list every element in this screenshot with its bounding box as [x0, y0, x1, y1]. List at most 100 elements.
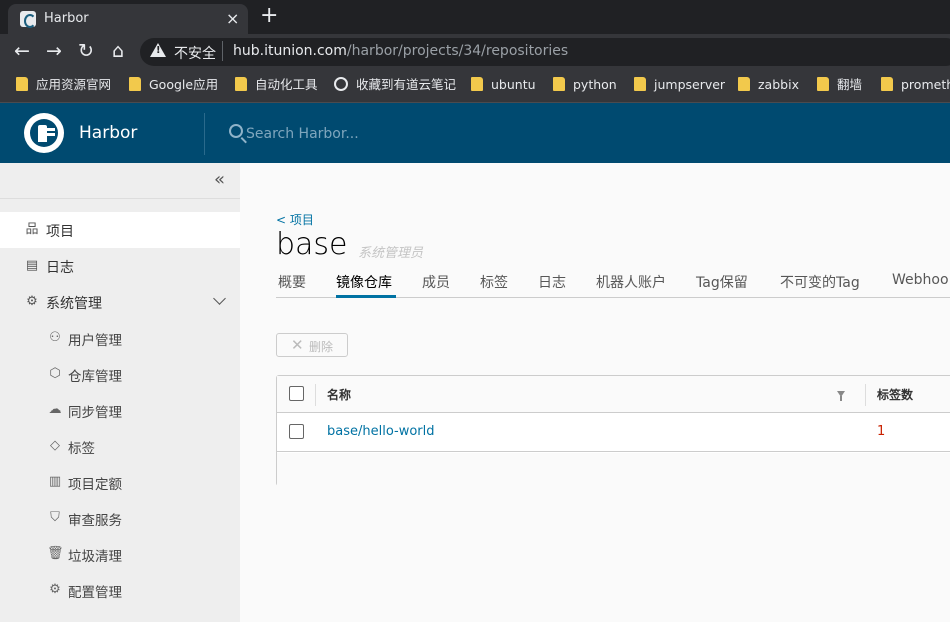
gear-icon: ⚙: [49, 582, 61, 597]
collapse-sidebar-icon[interactable]: «: [214, 171, 225, 189]
folder-icon: [881, 77, 893, 91]
breadcrumb[interactable]: < 项目: [276, 211, 314, 228]
column-divider: [315, 384, 316, 406]
sidebar-item-quotas[interactable]: ▥ 项目定额: [0, 464, 240, 500]
sidebar-item-label: 垃圾清理: [68, 549, 122, 565]
tab-immutable-tags[interactable]: 不可变的Tag: [780, 272, 860, 292]
folder-icon: [817, 77, 829, 91]
sidebar-item-config[interactable]: ⚙ 配置管理: [0, 572, 240, 608]
url-path: /harbor/projects/34/repositories: [346, 43, 569, 59]
sidebar-item-interrogation[interactable]: ⛉ 审查服务: [0, 500, 240, 536]
forward-button[interactable]: →: [43, 40, 65, 62]
sidebar-item-gc[interactable]: 🗑 垃圾清理: [0, 536, 240, 572]
sidebar-item-label: 用户管理: [68, 333, 122, 349]
tab-title: Harbor: [44, 11, 89, 26]
tag-icon: ◇: [50, 438, 60, 453]
header-divider: [204, 113, 205, 155]
chevron-down-icon[interactable]: [213, 292, 226, 305]
new-tab-button[interactable]: +: [260, 4, 278, 28]
tab-webhooks[interactable]: Webhoo: [892, 272, 949, 288]
close-tab-icon[interactable]: ×: [226, 9, 239, 28]
trash-icon: 🗑: [47, 546, 64, 561]
harbor-logo-icon[interactable]: [24, 113, 64, 153]
app-header: Harbor: [0, 103, 950, 163]
bookmark-item[interactable]: 收藏到有道云笔记: [334, 77, 456, 93]
column-tag-count[interactable]: 标签数: [877, 386, 913, 403]
sidebar-item-label: 项目定额: [68, 477, 122, 493]
repository-link[interactable]: base/hello-world: [327, 424, 435, 439]
sidebar-item-replications[interactable]: ☁ 同步管理: [0, 392, 240, 428]
folder-icon: [235, 77, 247, 91]
bookmark-item[interactable]: jumpserver: [634, 77, 725, 93]
logs-icon: ▤: [25, 258, 39, 273]
bookmark-label: 自动化工具: [255, 77, 318, 92]
sidebar-item-users[interactable]: ⚇ 用户管理: [0, 320, 240, 356]
sidebar-item-label: 系统管理: [46, 296, 102, 312]
globe-icon: [334, 77, 348, 91]
reload-button[interactable]: ↻: [75, 40, 97, 62]
row-checkbox[interactable]: [289, 424, 304, 439]
bookmark-item[interactable]: 翻墙: [817, 77, 862, 93]
url-text[interactable]: hub.itunion.com/harbor/projects/34/repos…: [233, 43, 568, 59]
bookmark-label: Google应用: [149, 77, 219, 92]
tab-labels[interactable]: 标签: [480, 272, 508, 292]
address-bar[interactable]: 不安全 hub.itunion.com/harbor/projects/34/r…: [140, 38, 950, 66]
sidebar-item-label: 同步管理: [68, 405, 122, 421]
admin-icon: ⚙: [26, 294, 38, 309]
browser-tab-strip: Harbor × +: [0, 0, 950, 34]
sidebar-item-label: 配置管理: [68, 585, 122, 601]
table-header: 名称 标签数: [277, 376, 950, 413]
folder-icon: [471, 77, 483, 91]
bookmark-item[interactable]: 自动化工具: [235, 77, 318, 93]
insecure-label[interactable]: 不安全: [174, 43, 216, 63]
sidebar-item-label: 日志: [46, 260, 74, 276]
folder-icon: [634, 77, 646, 91]
browser-tab[interactable]: Harbor ×: [8, 4, 248, 34]
sidebar-item-registries[interactable]: ⬡ 仓库管理: [0, 356, 240, 392]
delete-button[interactable]: ✕ 删除: [276, 333, 348, 357]
projects-icon: 品: [25, 222, 39, 237]
tab-members[interactable]: 成员: [422, 272, 450, 292]
sidebar-item-labels[interactable]: ◇ 标签: [0, 428, 240, 464]
browser-toolbar: ← → ↻ ⌂ 不安全 hub.itunion.com/harbor/proje…: [0, 34, 950, 70]
main-content: < 项目 base 系统管理员 概要 镜像仓库 成员 标签 日志 机器人账户 T…: [240, 163, 950, 622]
column-name[interactable]: 名称: [327, 386, 351, 403]
tab-robot-accounts[interactable]: 机器人账户: [596, 272, 666, 292]
select-all-checkbox[interactable]: [289, 386, 304, 401]
bookmark-item[interactable]: zabbix: [738, 77, 799, 93]
tab-repositories[interactable]: 镜像仓库: [336, 272, 392, 292]
replication-icon: ☁: [48, 402, 62, 417]
warning-icon[interactable]: [150, 43, 166, 57]
home-button[interactable]: ⌂: [107, 40, 129, 62]
bookmark-label: zabbix: [758, 77, 799, 92]
sidebar-item-logs[interactable]: ▤ 日志: [0, 248, 240, 284]
sidebar-item-projects[interactable]: 品 项目: [0, 212, 240, 248]
sidebar-item-label: 项目: [46, 224, 74, 240]
search-input[interactable]: [246, 123, 506, 145]
bookmark-item[interactable]: prometh: [881, 77, 950, 93]
bookmark-item[interactable]: python: [553, 77, 617, 93]
back-button[interactable]: ←: [11, 40, 33, 62]
url-host: hub.itunion.com: [233, 43, 347, 59]
folder-icon: [16, 77, 28, 91]
bookmark-label: 应用资源官网: [36, 77, 112, 92]
tab-tag-retention[interactable]: Tag保留: [696, 272, 748, 292]
quota-icon: ▥: [48, 474, 62, 489]
shield-icon: ⛉: [50, 510, 60, 525]
tab-logs[interactable]: 日志: [538, 272, 566, 292]
bookmark-item[interactable]: ubuntu: [471, 77, 536, 93]
tab-summary[interactable]: 概要: [278, 272, 306, 292]
table-row[interactable]: base/hello-world 1: [277, 413, 950, 452]
bookmark-item[interactable]: 应用资源官网: [16, 77, 111, 93]
bookmark-label: python: [573, 77, 617, 92]
sidebar-item-label: 标签: [68, 441, 95, 457]
bookmark-item[interactable]: Google应用: [129, 77, 218, 93]
sidebar-item-admin[interactable]: ⚙ 系统管理: [0, 284, 240, 320]
bookmark-label: prometh: [901, 77, 950, 92]
table-footer: [277, 453, 950, 486]
brand-name[interactable]: Harbor: [79, 123, 137, 143]
page-title: base: [276, 227, 348, 262]
filter-icon[interactable]: [837, 391, 845, 401]
bookmark-label: 翻墙: [837, 77, 863, 92]
project-tabs: 概要 镜像仓库 成员 标签 日志 机器人账户 Tag保留 不可变的Tag Web…: [276, 268, 950, 298]
